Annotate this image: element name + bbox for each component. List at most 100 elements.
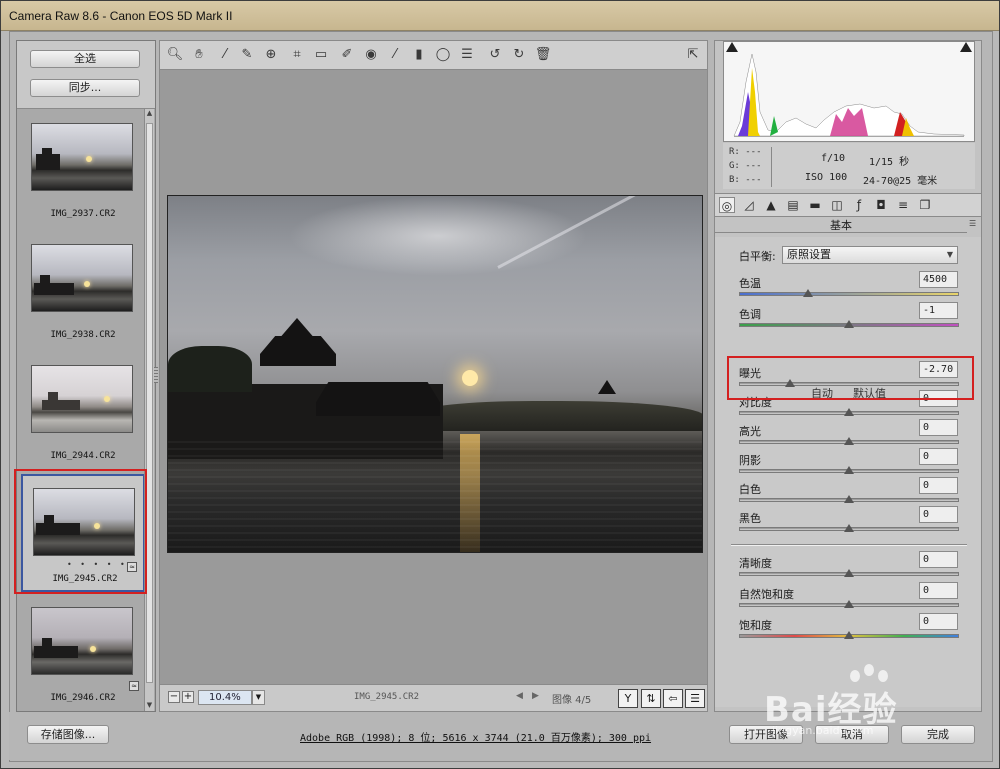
temp-slider-thumb[interactable]: [802, 289, 813, 297]
readout-area: R: --- G: --- B: --- f/10 1/15 秒 ISO 100…: [723, 143, 975, 189]
color-sampler-tool-icon[interactable]: ✎: [238, 46, 256, 64]
tab-presets-icon[interactable]: ≡: [895, 197, 911, 213]
highlights-slider-thumb[interactable]: [844, 437, 854, 445]
zoom-dropdown-icon[interactable]: ▼: [252, 690, 265, 705]
blacks-slider[interactable]: [739, 524, 959, 532]
before-after-y-icon[interactable]: Y: [618, 689, 638, 708]
preview-photo[interactable]: [167, 195, 703, 553]
tab-hsl-icon[interactable]: ▤: [785, 197, 801, 213]
temp-slider[interactable]: [739, 289, 959, 297]
tab-detail-icon[interactable]: ▲: [763, 197, 779, 213]
filmstrip-scrollbar[interactable]: ▲ ▼: [144, 109, 154, 711]
thumbnail-item[interactable]: IMG_2938.CR2: [21, 232, 145, 350]
sync-button[interactable]: 同步...: [30, 79, 140, 97]
rotate-right-icon[interactable]: ↻: [510, 46, 528, 64]
filmstrip-panel: 全选 同步... IMG_2937.CR2 IMG_2938.CR2 IMG_2…: [16, 40, 156, 712]
histogram: [723, 41, 975, 142]
white-balance-label: 白平衡:: [739, 250, 776, 263]
clarity-slider[interactable]: [739, 569, 959, 577]
adjustment-brush-icon[interactable]: ⁄: [386, 46, 404, 64]
straighten-tool-icon[interactable]: ▭: [312, 46, 330, 64]
thumbnail-item[interactable]: IMG_2944.CR2: [21, 353, 145, 471]
prev-image-icon[interactable]: ◀: [516, 691, 523, 701]
highlights-value-field[interactable]: 0: [919, 419, 958, 436]
whites-slider-thumb[interactable]: [844, 495, 854, 503]
scroll-up-icon[interactable]: ▲: [145, 109, 154, 119]
highlights-slider[interactable]: [739, 437, 959, 445]
tab-snapshots-icon[interactable]: ❐: [917, 197, 933, 213]
spot-removal-icon[interactable]: ✐: [338, 46, 356, 64]
thumbnail-image: [31, 365, 133, 433]
tint-slider-thumb[interactable]: [844, 320, 854, 328]
toggle-settings-icon[interactable]: ☰: [685, 689, 705, 708]
tint-value-field[interactable]: -1: [919, 302, 958, 319]
radial-filter-icon[interactable]: ◯: [434, 46, 452, 64]
zoom-level-field[interactable]: 10.4%: [198, 690, 252, 705]
zoom-in-button[interactable]: +: [182, 691, 194, 703]
tab-split-toning-icon[interactable]: ▬: [807, 197, 823, 213]
select-all-button[interactable]: 全选: [30, 50, 140, 68]
aperture-readout: f/10: [821, 153, 846, 164]
thumbnail-image: [31, 244, 133, 312]
swap-icon[interactable]: ⇅: [641, 689, 661, 708]
saturation-label: 饱和度: [739, 619, 772, 632]
crop-tool-icon[interactable]: ⌗: [288, 46, 306, 64]
cancel-button[interactable]: 取消: [815, 725, 889, 744]
targeted-adjustment-icon[interactable]: ⊕: [262, 46, 280, 64]
white-balance-tool-icon[interactable]: ⁄: [216, 46, 234, 64]
white-balance-value: 原照设置: [787, 248, 831, 261]
preferences-icon[interactable]: ☰: [458, 46, 476, 64]
copy-settings-icon[interactable]: ⇦: [663, 689, 683, 708]
contrast-slider-thumb[interactable]: [844, 408, 854, 416]
whites-slider[interactable]: [739, 495, 959, 503]
shadows-slider[interactable]: [739, 466, 959, 474]
tab-basic-icon[interactable]: ◎: [719, 197, 735, 213]
scroll-down-icon[interactable]: ▼: [145, 701, 154, 711]
scrollbar-thumb[interactable]: [146, 123, 153, 683]
tab-effects-icon[interactable]: ƒ: [851, 197, 867, 213]
saturation-value-field[interactable]: 0: [919, 613, 958, 630]
chevron-down-icon: ▼: [946, 250, 953, 259]
highlight-box-exposure: [727, 356, 974, 400]
shadows-value-field[interactable]: 0: [919, 448, 958, 465]
hand-tool-icon[interactable]: ✋︎: [190, 46, 208, 64]
panel-menu-icon[interactable]: ☰: [969, 219, 976, 228]
clarity-value-field[interactable]: 0: [919, 551, 958, 568]
tool-bar: 🔍︎ ✋︎ ⁄ ✎ ⊕ ⌗ ▭ ✐ ◉ ⁄ ▮ ◯ ☰ ↺ ↻ 🗑︎ ⇱: [159, 40, 708, 70]
graduated-filter-icon[interactable]: ▮: [410, 46, 428, 64]
save-image-button[interactable]: 存储图像...: [27, 725, 109, 744]
panel-splitter[interactable]: [154, 367, 158, 383]
whites-value-field[interactable]: 0: [919, 477, 958, 494]
tab-tone-curve-icon[interactable]: ◿: [741, 197, 757, 213]
vibrance-value-field[interactable]: 0: [919, 582, 958, 599]
contrast-slider[interactable]: [739, 408, 959, 416]
highlight-box-thumbnail: [14, 469, 147, 594]
trash-icon[interactable]: 🗑︎: [534, 46, 552, 64]
vibrance-slider-thumb[interactable]: [844, 600, 854, 608]
done-button[interactable]: 完成: [901, 725, 975, 744]
tab-camera-calibration-icon[interactable]: ◘: [873, 197, 889, 213]
saturation-slider[interactable]: [739, 631, 959, 639]
blacks-value-field[interactable]: 0: [919, 506, 958, 523]
workflow-options-link[interactable]: Adobe RGB (1998); 8 位; 5616 x 3744 (21.0…: [300, 729, 651, 744]
vibrance-slider[interactable]: [739, 600, 959, 608]
tint-slider[interactable]: [739, 320, 959, 328]
thumbnail-item[interactable]: ≈ IMG_2946.CR2: [21, 595, 145, 713]
zoom-tool-icon[interactable]: 🔍︎: [166, 46, 184, 64]
next-image-icon[interactable]: ▶: [532, 691, 539, 701]
red-eye-icon[interactable]: ◉: [362, 46, 380, 64]
temp-value-field[interactable]: 4500: [919, 271, 958, 288]
fullscreen-icon[interactable]: ⇱: [684, 46, 702, 64]
saturation-slider-thumb[interactable]: [844, 631, 854, 639]
rotate-left-icon[interactable]: ↺: [486, 46, 504, 64]
white-balance-select[interactable]: 原照设置 ▼: [782, 246, 958, 264]
tab-lens-icon[interactable]: ◫: [829, 197, 845, 213]
zoom-out-button[interactable]: −: [168, 691, 180, 703]
clarity-slider-thumb[interactable]: [844, 569, 854, 577]
shadows-slider-thumb[interactable]: [844, 466, 854, 474]
thumbnail-item[interactable]: IMG_2937.CR2: [21, 111, 145, 229]
blacks-slider-thumb[interactable]: [844, 524, 854, 532]
image-preview-area[interactable]: [159, 70, 708, 684]
blue-readout: B: ---: [729, 175, 762, 185]
open-image-button[interactable]: 打开图像: [729, 725, 803, 744]
